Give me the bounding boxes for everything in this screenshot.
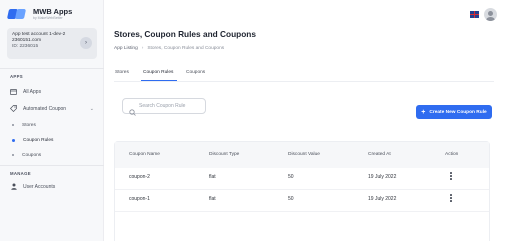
page-title: Stores, Coupon Rules and Coupons [114,29,256,39]
chevron-right-icon[interactable]: › [80,37,92,49]
tab-coupons[interactable]: Coupons [186,70,205,75]
app-title: MWB Apps [33,7,73,16]
create-coupon-rule-label: Create New Coupon Rule [429,109,487,115]
create-coupon-rule-button[interactable]: + Create New Coupon Rule [416,105,492,119]
table-header: Coupon Name Discount Type Discount Value… [115,142,489,168]
column-header-discount-value[interactable]: Discount Value [288,152,320,157]
column-header-coupon-name[interactable]: Coupon Name [129,152,160,157]
sidebar-subitem-coupons[interactable]: Coupons [12,151,41,159]
breadcrumb-app-listing[interactable]: App Listing [114,46,138,51]
manage-section-label: MANAGE [10,171,31,176]
breadcrumb: App Listing › Stores, Coupon Rules and C… [114,46,224,51]
table-row: coupon-1 flat 50 19 July 2022 [115,190,489,212]
logo-icon [6,8,29,20]
more-options-icon[interactable] [448,171,454,181]
sidebar-item-label: Automated Coupon [23,105,67,112]
uk-flag-icon[interactable] [470,11,479,18]
cell-discount-value: 50 [288,196,294,202]
sidebar: MWB Apps by MakeWebBetter App test accou… [0,0,104,241]
chevron-down-icon: ⌄ [89,105,94,112]
search-icon [129,103,136,116]
bullet-icon [12,154,14,156]
column-header-action: Action [445,152,459,157]
table-row: coupon-2 flat 50 19 July 2022 [115,168,489,190]
cell-created-at: 19 July 2022 [368,196,397,202]
coupon-icon [10,105,17,112]
apps-section-label: APPS [10,74,23,79]
sidebar-subitem-label: Stores [22,122,36,128]
sidebar-item-all-apps[interactable]: All Apps [10,87,98,96]
account-switcher[interactable]: App test account 1-dev-2 2360151.com ID:… [7,28,97,59]
bullet-icon [12,138,15,142]
cell-discount-value: 50 [288,174,294,180]
sidebar-item-user-accounts[interactable]: User Accounts [10,182,98,191]
apps-icon [10,88,17,95]
sidebar-divider [0,68,104,69]
breadcrumb-separator-icon: › [141,46,144,51]
cell-discount-type: flat [209,196,216,202]
tab-stores[interactable]: Stores [115,70,129,75]
bullet-icon [12,124,14,126]
breadcrumb-current: Stores, Coupon Rules and Coupons [147,46,225,51]
user-icon [10,183,17,190]
coupon-rules-table: Coupon Name Discount Type Discount Value… [114,141,490,241]
sidebar-subitem-coupon-rules[interactable]: Coupon Rules [12,136,53,144]
sidebar-divider [0,165,104,166]
app-logo[interactable]: MWB Apps by MakeWebBetter [6,7,73,20]
column-header-discount-type[interactable]: Discount Type [209,152,239,157]
plus-icon: + [421,108,426,116]
sidebar-item-label: User Accounts [23,183,56,190]
sidebar-item-label: All Apps [23,88,42,95]
column-header-created-at[interactable]: Created At [368,152,391,157]
cell-coupon-name: coupon-2 [129,174,150,180]
tabs-divider [114,81,494,82]
sidebar-subitem-label: Coupon Rules [23,137,54,143]
sidebar-item-automated-coupon[interactable]: Automated Coupon ⌄ [10,104,98,113]
cell-created-at: 19 July 2022 [368,174,397,180]
sidebar-subitem-label: Coupons [22,152,42,158]
app-subtitle: by MakeWebBetter [33,15,63,20]
more-options-icon[interactable] [448,193,454,203]
tab-coupon-rules[interactable]: Coupon Rules [143,70,173,75]
sidebar-subitem-stores[interactable]: Stores [12,121,36,129]
avatar[interactable] [484,8,497,21]
search-box[interactable] [122,98,206,116]
cell-coupon-name: coupon-1 [129,196,150,202]
search-input[interactable] [139,103,205,109]
cell-discount-type: flat [209,174,216,180]
